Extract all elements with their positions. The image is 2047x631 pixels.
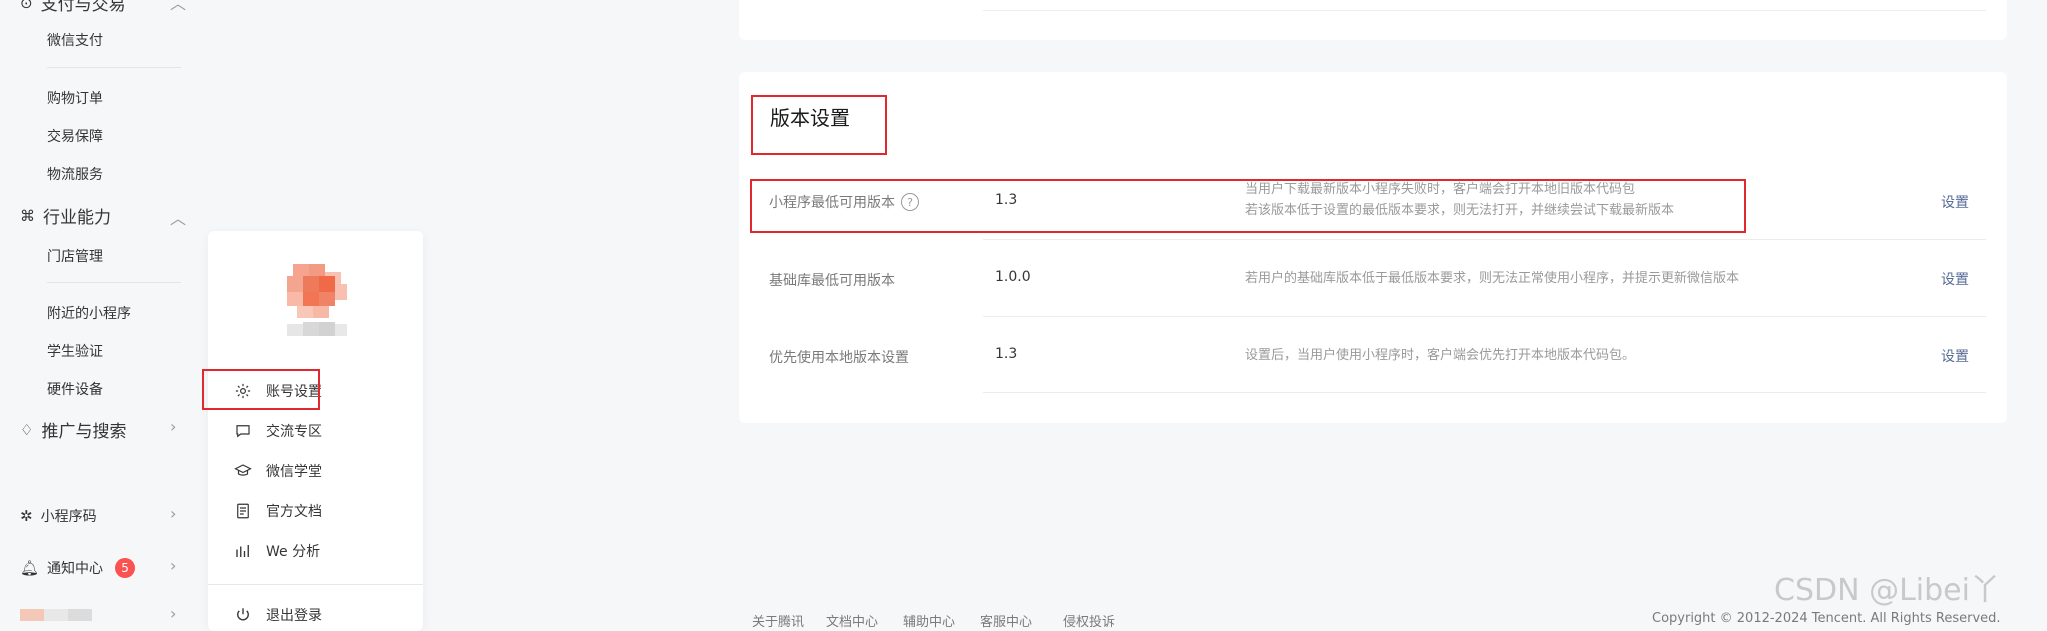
sidebar-item-logistics[interactable]: 物流服务	[47, 164, 103, 184]
sidebar-item-notify[interactable]: 🔔︎ 通知中心 5	[20, 558, 136, 578]
row-label-base-library: 基础库最低可用版本	[769, 273, 895, 289]
payment-icon: ⊙	[20, 0, 33, 12]
highlight-box-title	[751, 95, 887, 155]
highlight-box-account-settings	[202, 369, 320, 410]
menu-item-we-analysis[interactable]: We 分析	[234, 541, 320, 561]
avatar	[287, 264, 347, 336]
version-settings-card: 版本设置 小程序最低可用版本 ? 1.3 当用户下载最新版本小程序失败时，客户端…	[739, 72, 2007, 423]
sidebar-group-promotion[interactable]: ♢ 推广与搜索	[20, 417, 126, 443]
row-desc-local-version: 设置后，当用户使用小程序时，客户端会优先打开本地版本代码包。	[1245, 348, 1636, 363]
qrcode-icon: ✲	[20, 507, 33, 525]
row-divider	[983, 392, 1986, 393]
highlight-box-min-version-row	[750, 179, 1746, 233]
chat-bubble-icon	[236, 425, 250, 438]
graduation-cap-icon	[234, 464, 252, 476]
set-base-library-button[interactable]: 设置	[1941, 269, 1969, 289]
document-icon	[237, 503, 249, 519]
sidebar-item-nearby[interactable]: 附近的小程序	[47, 303, 131, 323]
chevron-up-icon[interactable]: ︿	[170, 0, 186, 14]
account-popup-menu: 账号设置 交流专区 微信学堂 官方文档 We 分析 退出登录	[208, 231, 423, 631]
sidebar-item-guarantee[interactable]: 交易保障	[47, 126, 103, 146]
row-divider	[983, 239, 1986, 240]
row-value-base-library: 1.0.0	[995, 269, 1031, 285]
menu-item-docs[interactable]: 官方文档	[234, 501, 322, 521]
notify-badge: 5	[115, 558, 136, 578]
sidebar-item-hardware[interactable]: 硬件设备	[47, 379, 103, 399]
sidebar-group-industry[interactable]: ⌘ 行业能力	[20, 203, 111, 229]
row-divider	[983, 10, 1986, 11]
sidebar-item-store[interactable]: 门店管理	[47, 246, 103, 266]
sidebar-divider	[47, 67, 181, 68]
sidebar: ⊙ 支付与交易 ︿ 微信支付 购物订单 交易保障 物流服务 ⌘ 行业能力 ︿ 门…	[0, 0, 207, 623]
chevron-right-icon[interactable]: ›	[170, 604, 176, 623]
flame-icon: ♢	[20, 420, 34, 439]
footer-copyright: Copyright © 2012-2024 Tencent. All Right…	[1652, 611, 2001, 626]
set-min-version-button[interactable]: 设置	[1941, 192, 1969, 212]
chevron-up-icon[interactable]: ︿	[170, 205, 186, 229]
menu-item-community[interactable]: 交流专区	[234, 421, 322, 441]
chevron-right-icon[interactable]: ›	[170, 417, 176, 436]
chevron-right-icon[interactable]: ›	[170, 556, 176, 575]
avatar[interactable]	[20, 605, 100, 621]
row-value-local-version: 1.3	[995, 346, 1018, 362]
sidebar-item-wechat-pay[interactable]: 微信支付	[47, 30, 103, 50]
bell-icon: 🔔︎	[20, 559, 40, 577]
sidebar-group-payment[interactable]: ⊙ 支付与交易	[20, 0, 126, 15]
menu-divider	[208, 584, 423, 585]
watermark: CSDN @Libei丫	[1774, 573, 2000, 608]
menu-item-logout[interactable]: 退出登录	[234, 605, 322, 625]
sidebar-item-student[interactable]: 学生验证	[47, 341, 103, 361]
sidebar-divider	[47, 282, 181, 283]
row-divider	[983, 316, 1986, 317]
power-icon	[237, 608, 249, 621]
industry-icon: ⌘	[20, 206, 35, 225]
sidebar-item-orders[interactable]: 购物订单	[47, 88, 103, 108]
analytics-icon	[236, 545, 249, 557]
row-label-local-version: 优先使用本地版本设置	[769, 350, 909, 366]
set-local-version-button[interactable]: 设置	[1941, 346, 1969, 366]
previous-settings-card	[739, 0, 2007, 40]
menu-item-academy[interactable]: 微信学堂	[234, 461, 322, 481]
row-desc-base-library: 若用户的基础库版本低于最低版本要求，则无法正常使用小程序，并提示更新微信版本	[1245, 271, 1740, 286]
chevron-right-icon[interactable]: ›	[170, 504, 176, 523]
sidebar-item-qrcode[interactable]: ✲ 小程序码	[20, 506, 97, 526]
